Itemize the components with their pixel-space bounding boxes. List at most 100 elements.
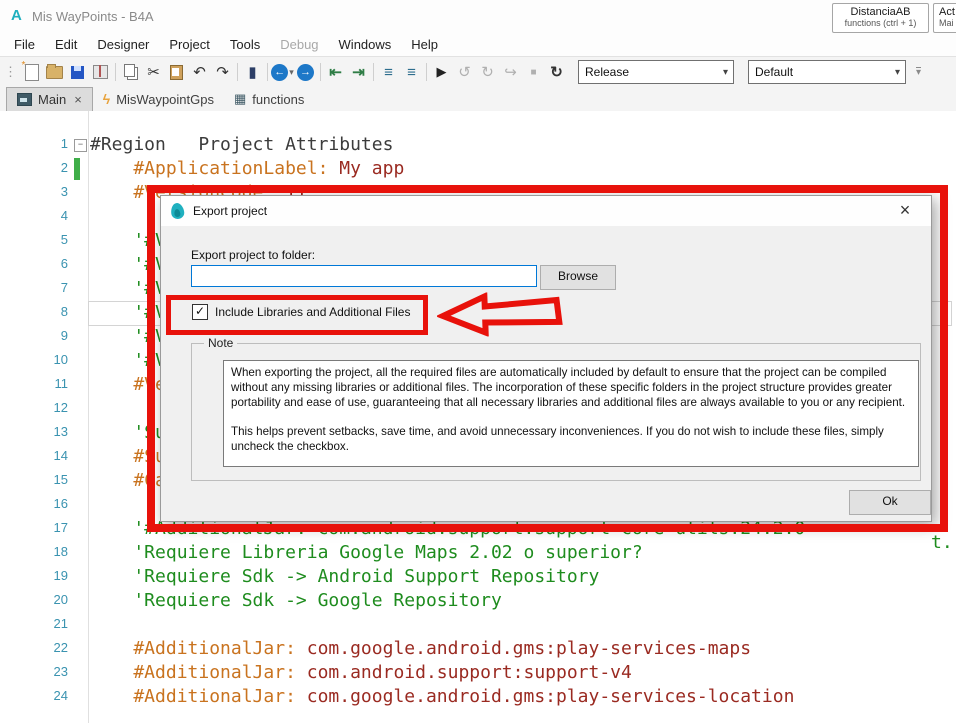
outdent-button[interactable]: ⇤ <box>324 61 347 83</box>
line-number: 1 <box>60 136 68 151</box>
b4a-ide-window: A Mis WayPoints - B4A DistanciaAB functi… <box>0 0 956 723</box>
line-number: 19 <box>53 568 68 583</box>
quick-nav-subtitle: functions (ctrl + 1) <box>844 18 917 28</box>
toolbar-overflow-button[interactable]: ▾ <box>916 67 922 78</box>
combo-arrow-icon: ▾ <box>722 66 728 78</box>
save-button[interactable] <box>66 61 89 83</box>
tab-close-icon[interactable]: × <box>74 92 82 107</box>
line-number: 2 <box>60 160 68 175</box>
ui-configuration-value: Default <box>755 65 794 79</box>
code-line[interactable]: 22 #AdditionalJar: com.google.android.gm… <box>0 637 956 661</box>
tab-main[interactable]: Main × <box>6 87 93 111</box>
code-line[interactable]: 19 'Requiere Sdk -> Android Support Repo… <box>0 565 956 589</box>
build-configuration-value: Release <box>585 65 630 79</box>
code-line[interactable]: 23 #AdditionalJar: com.android.support:s… <box>0 661 956 685</box>
line-number: 15 <box>53 472 68 487</box>
code-text: #ApplicationLabel: My app <box>90 158 405 179</box>
document-tab-bar: Main × ϟ MisWaypointGps ▦ functions <box>0 87 956 112</box>
menu-edit[interactable]: Edit <box>45 35 87 54</box>
annotation-rectangle-dialog <box>147 185 948 532</box>
tab-miswaypointgps[interactable]: ϟ MisWaypointGps <box>93 87 224 111</box>
toolbar: ⋮ * ✂ ↶ ↷ ▮ ← ▾ → ⇤ ⇥ ≡ ≡ ▶ ↺ ↻ ↪ ■ ↻ Rel… <box>0 56 956 88</box>
navigate-back-button[interactable]: ← ▾ <box>271 61 294 83</box>
bookmark-button[interactable]: ▮ <box>241 61 264 83</box>
line-number: 14 <box>53 448 68 463</box>
annotation-rectangle-checkbox <box>166 295 428 335</box>
code-text: 'Requiere Libreria Google Maps 2.02 o su… <box>90 542 643 563</box>
toolbar-grip[interactable]: ⋮ <box>4 64 17 80</box>
open-project-button[interactable] <box>43 61 66 83</box>
line-number: 13 <box>53 424 68 439</box>
line-number: 22 <box>53 640 68 655</box>
quick-nav-activity[interactable]: Act Mai <box>933 3 956 33</box>
redo-button[interactable]: ↷ <box>211 61 234 83</box>
menu-bar: File Edit Designer Project Tools Debug Windows… <box>0 33 956 56</box>
menu-help[interactable]: Help <box>401 35 448 54</box>
menu-project[interactable]: Project <box>159 35 219 54</box>
b4a-logo-icon: A <box>11 7 22 24</box>
code-line[interactable]: 2 #ApplicationLabel: My app <box>0 157 956 181</box>
navigate-forward-button[interactable]: → <box>294 61 317 83</box>
restart-button[interactable]: ↻ <box>545 61 568 83</box>
line-number: 12 <box>53 400 68 415</box>
paste-button[interactable] <box>165 61 188 83</box>
line-number: 24 <box>53 688 68 703</box>
line-number: 11 <box>54 376 69 391</box>
indent-button[interactable]: ⇥ <box>347 61 370 83</box>
ui-configuration-combo[interactable]: Default ▾ <box>748 60 906 84</box>
code-text: 'Requiere Sdk -> Google Repository <box>90 590 502 611</box>
line-number: 16 <box>53 496 68 511</box>
uncomment-button[interactable]: ≡ <box>400 61 423 83</box>
line-number: 10 <box>53 352 68 367</box>
comment-button[interactable]: ≡ <box>377 61 400 83</box>
form-icon <box>17 93 32 106</box>
line-number: 9 <box>60 328 68 343</box>
undo-button[interactable]: ↶ <box>188 61 211 83</box>
menu-file[interactable]: File <box>4 35 45 54</box>
line-number: 6 <box>60 256 68 271</box>
code-text: #AdditionalJar: com.google.android.gms:p… <box>90 638 752 659</box>
title-bar: A Mis WayPoints - B4A DistanciaAB functi… <box>0 0 956 33</box>
tab-functions[interactable]: ▦ functions <box>224 87 314 111</box>
line-number: 18 <box>53 544 68 559</box>
code-line[interactable]: 1− #Region Project Attributes <box>0 133 956 157</box>
step-out-button[interactable]: ↪ <box>499 61 522 83</box>
clipped-comment-fragment: t. <box>931 532 953 553</box>
menu-windows[interactable]: Windows <box>329 35 402 54</box>
annotation-arrow-left <box>436 291 563 337</box>
line-number: 5 <box>60 232 68 247</box>
build-configuration-combo[interactable]: Release ▾ <box>578 60 734 84</box>
stop-button[interactable]: ■ <box>522 61 545 83</box>
grid-icon: ▦ <box>233 91 247 106</box>
quick-nav-title: Act <box>939 6 955 18</box>
cut-button[interactable]: ✂ <box>142 61 165 83</box>
quick-nav-distanciaab[interactable]: DistanciaAB functions (ctrl + 1) <box>832 3 929 33</box>
step-into-button[interactable]: ↺ <box>453 61 476 83</box>
changed-line-marker <box>74 158 80 180</box>
export-zip-button[interactable] <box>89 61 112 83</box>
code-line[interactable]: 18 'Requiere Libreria Google Maps 2.02 o… <box>0 541 956 565</box>
copy-button[interactable] <box>119 61 142 83</box>
line-number: 21 <box>53 616 68 631</box>
line-number: 23 <box>53 664 68 679</box>
fold-collapse-icon[interactable]: − <box>74 139 87 152</box>
line-number: 4 <box>60 208 68 223</box>
code-line[interactable]: 21 <box>0 613 956 637</box>
code-line[interactable]: 20 'Requiere Sdk -> Google Repository <box>0 589 956 613</box>
menu-debug: Debug <box>280 37 319 52</box>
menu-tools[interactable]: Tools <box>220 35 270 54</box>
code-line[interactable]: 24 #AdditionalJar: com.google.android.gm… <box>0 685 956 709</box>
step-over-button[interactable]: ↻ <box>476 61 499 83</box>
tab-label: functions <box>252 91 305 107</box>
run-button[interactable]: ▶ <box>430 61 453 83</box>
line-number: 7 <box>60 280 68 295</box>
lightning-icon: ϟ <box>102 91 111 107</box>
new-project-button[interactable]: * <box>20 60 43 83</box>
code-text: #AdditionalJar: com.android.support:supp… <box>90 662 632 683</box>
code-text: 'Requiere Sdk -> Android Support Reposit… <box>90 566 600 587</box>
menu-designer[interactable]: Designer <box>87 35 159 54</box>
line-number: 20 <box>53 592 68 607</box>
combo-arrow-icon: ▾ <box>894 66 900 78</box>
line-number: 8 <box>60 304 68 319</box>
line-number: 17 <box>53 520 68 535</box>
